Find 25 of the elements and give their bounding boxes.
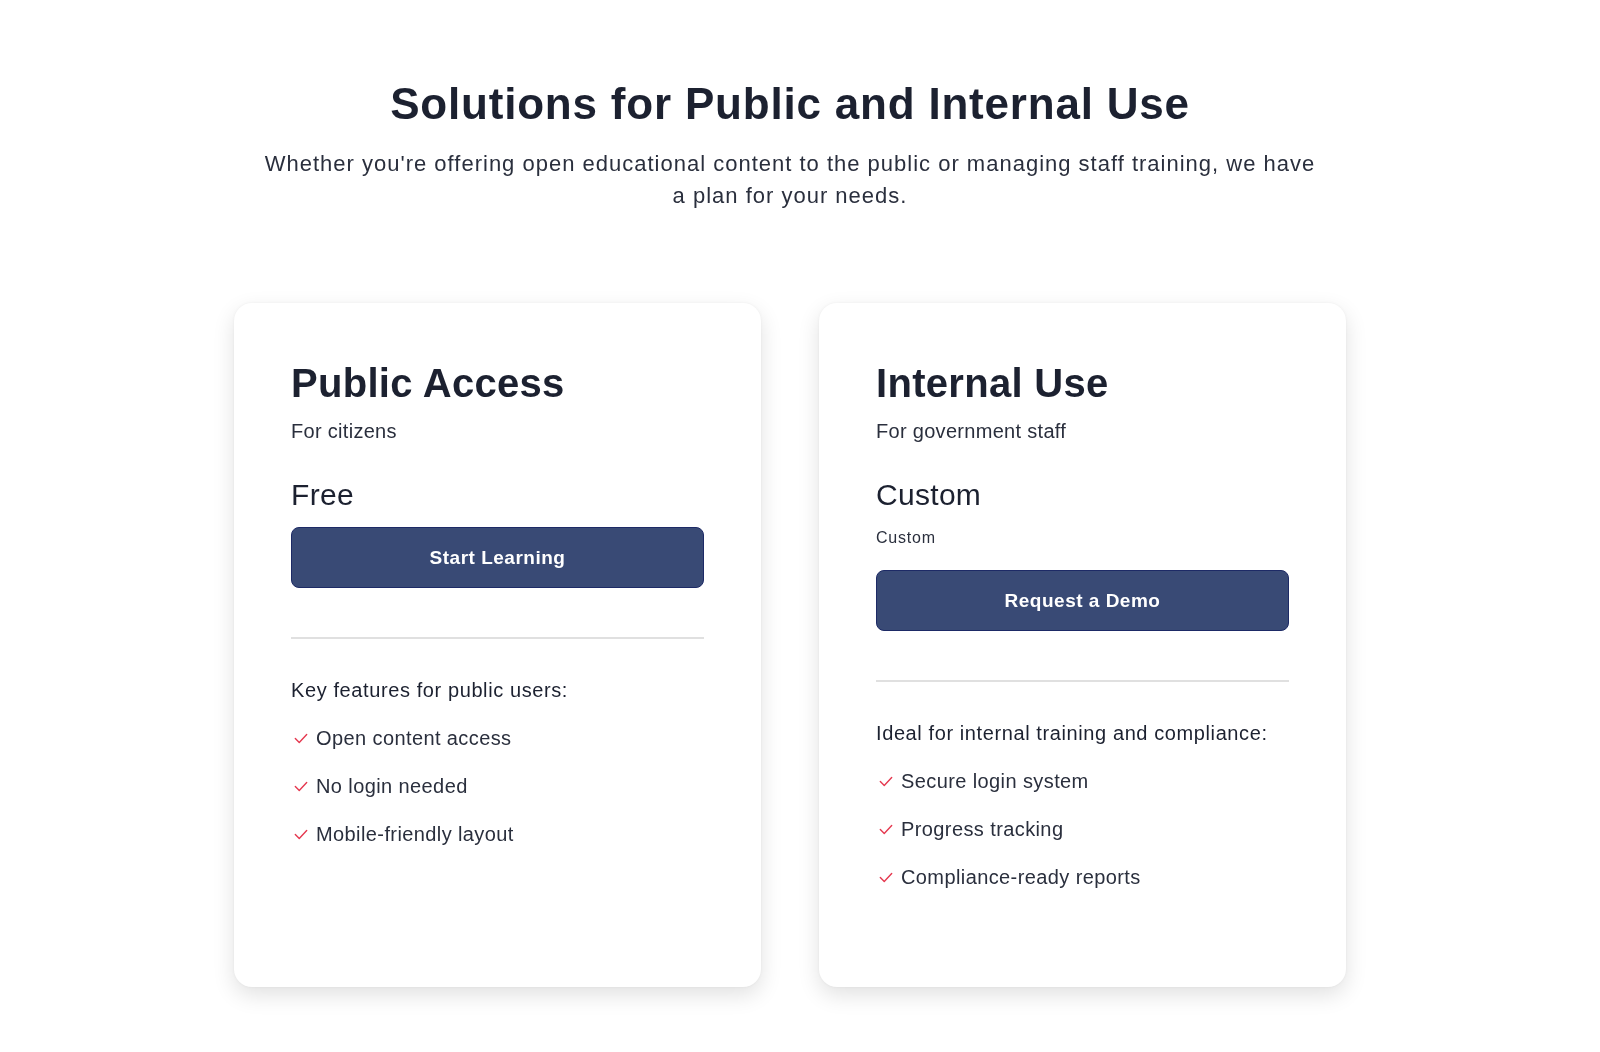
- check-icon: [294, 732, 308, 744]
- check-icon: [879, 775, 893, 787]
- check-icon: [294, 828, 308, 840]
- price-note: Custom: [876, 528, 936, 548]
- check-icon: [879, 823, 893, 835]
- feature-text: No login needed: [316, 774, 468, 799]
- plan-audience: For government staff: [876, 419, 1067, 444]
- section-subtitle: Whether you're offering open educational content to the public or managing staff training, we have a plan for your needs.: [263, 150, 1317, 210]
- feature-text: Compliance-ready reports: [901, 865, 1141, 890]
- features-heading: Key features for public users:: [291, 678, 568, 703]
- feature-text: Open content access: [316, 726, 512, 751]
- plan-title: Internal Use: [876, 360, 1109, 406]
- check-icon: [879, 871, 893, 883]
- plan-audience: For citizens: [291, 419, 397, 444]
- cta-button[interactable]: Start Learning: [291, 527, 704, 588]
- plan-title: Public Access: [291, 360, 565, 406]
- section-title: Solutions for Public and Internal Use: [390, 78, 1190, 130]
- feature-text: Progress tracking: [901, 817, 1064, 842]
- features-heading: Ideal for internal training and compliance:: [876, 721, 1268, 746]
- feature-text: Mobile-friendly layout: [316, 822, 514, 847]
- plan-price: Free: [291, 477, 354, 513]
- plan-price: Custom: [876, 477, 982, 513]
- cta-button[interactable]: Request a Demo: [876, 570, 1289, 631]
- feature-text: Secure login system: [901, 769, 1089, 794]
- check-icon: [294, 780, 308, 792]
